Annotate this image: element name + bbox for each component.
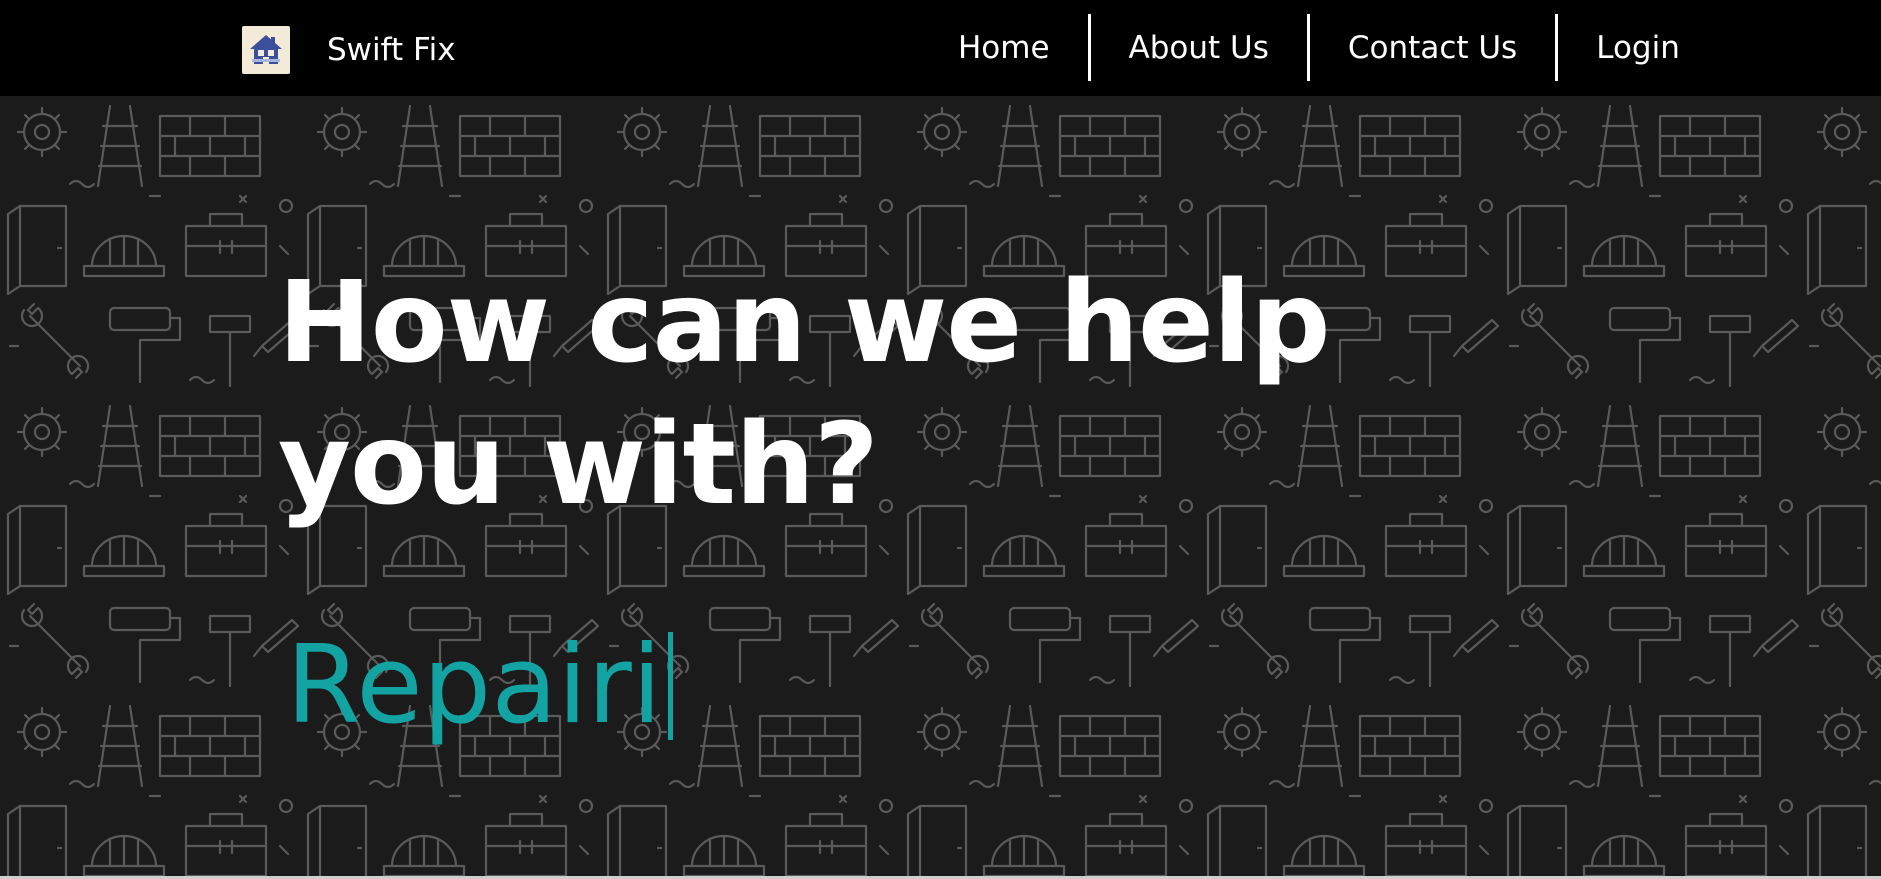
nav-menu: Home About Us Contact Us Login: [920, 14, 1718, 81]
nav-home[interactable]: Home: [920, 14, 1088, 81]
page: Swift Fix Home About Us Contact Us Login: [0, 0, 1881, 879]
text-cursor: [667, 632, 673, 740]
nav-about-us[interactable]: About Us: [1087, 14, 1307, 81]
hero-headline: How can we help you with?: [278, 258, 1331, 530]
hero-section: How can we help you with? Repairi: [0, 96, 1881, 879]
house-icon: [250, 34, 282, 64]
brand-name: Swift Fix: [327, 31, 456, 68]
nav-contact-us[interactable]: Contact Us: [1306, 14, 1555, 81]
nav-login[interactable]: Login: [1555, 14, 1718, 81]
brand-link[interactable]: Swift Fix: [242, 25, 456, 74]
logo: [242, 25, 290, 74]
navbar: Swift Fix Home About Us Contact Us Login: [0, 0, 1881, 96]
typed-service-text: Repairi: [286, 626, 673, 746]
typed-text: Repairi: [286, 623, 662, 748]
